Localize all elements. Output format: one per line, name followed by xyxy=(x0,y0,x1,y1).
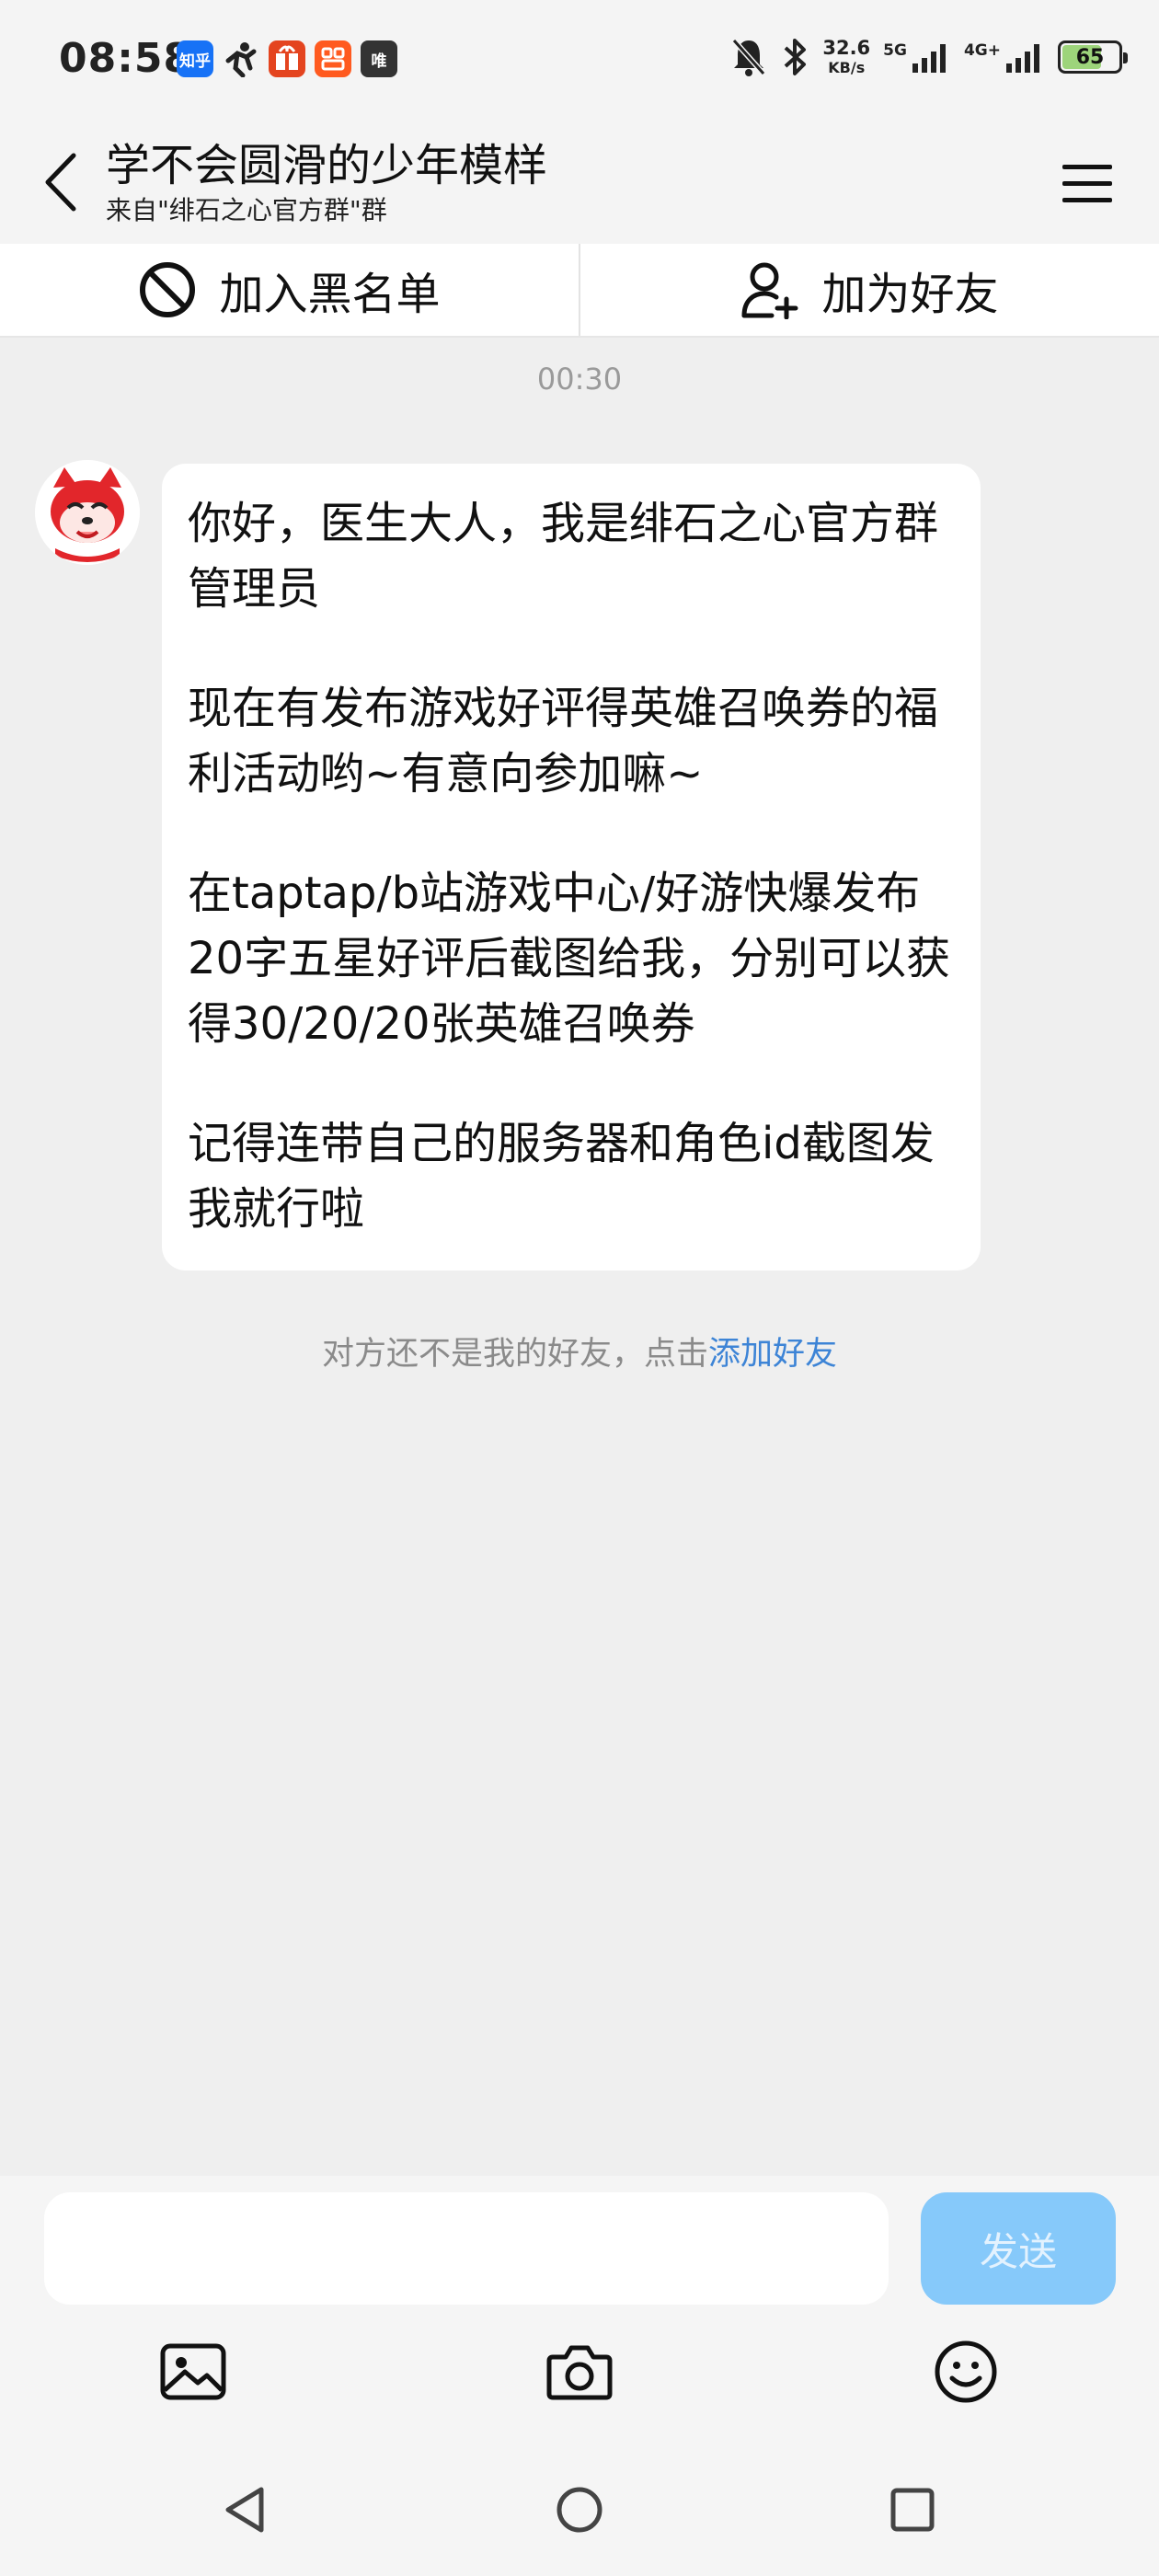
not-friend-notice: 对方还不是我的好友，点击添加好友 xyxy=(0,1328,1159,1374)
message-timestamp: 00:30 xyxy=(536,362,623,397)
clock-time: 08:58 xyxy=(59,35,193,82)
image-icon xyxy=(160,2343,226,2400)
add-friend-link[interactable]: 添加好友 xyxy=(708,1336,837,1373)
action-bar: 加入黑名单 加为好友 xyxy=(0,244,1159,338)
message-paragraph: 在taptap/b站游戏中心/好游快爆发布20字五星好评后截图给我，分别可以获得… xyxy=(188,868,951,1050)
add-user-icon xyxy=(741,262,798,319)
orange-app-icon xyxy=(315,40,351,77)
send-button[interactable]: 发送 xyxy=(921,2192,1116,2305)
network-speed: 32.6 KB/s xyxy=(822,37,871,76)
add-friend-label: 加为好友 xyxy=(821,269,999,320)
camera-icon xyxy=(546,2345,613,2400)
add-to-blacklist-button[interactable]: 加入黑名单 xyxy=(0,244,579,336)
message-paragraph: 现在有发布游戏好评得英雄召唤券的福利活动哟~有意向参加嘛~ xyxy=(188,683,939,799)
menu-button[interactable] xyxy=(1052,152,1122,216)
signal-bars-icon xyxy=(1006,44,1039,73)
mono-app-icon: 唯 xyxy=(361,40,397,77)
notification-app-icons: 知乎 唯 xyxy=(177,40,397,77)
system-status: 32.6 KB/s 5G 4G+ 65 xyxy=(730,37,1128,77)
block-icon xyxy=(140,262,196,317)
system-back-button[interactable] xyxy=(217,2482,272,2537)
message-paragraph: 记得连带自己的服务器和角色id截图发我就行啦 xyxy=(188,1118,935,1235)
add-friend-button[interactable]: 加为好友 xyxy=(580,244,1159,336)
bluetooth-icon xyxy=(785,39,807,75)
input-bar: 发送 xyxy=(0,2176,1159,2438)
fox-avatar-icon xyxy=(35,460,140,565)
runner-app-icon xyxy=(223,40,259,77)
zhihu-icon: 知乎 xyxy=(177,40,213,77)
signal-5g: 5G xyxy=(883,41,951,73)
add-to-blacklist-label: 加入黑名单 xyxy=(219,269,441,320)
back-button[interactable] xyxy=(33,145,88,219)
square-recents-icon xyxy=(890,2488,935,2532)
page-title: 学不会圆滑的少年模样 xyxy=(106,140,548,191)
gift-app-icon xyxy=(269,40,305,77)
circle-home-icon xyxy=(557,2487,602,2533)
system-recents-button[interactable] xyxy=(885,2482,940,2537)
avatar[interactable] xyxy=(35,460,140,565)
mute-bell-icon xyxy=(732,39,766,76)
chevron-left-icon xyxy=(45,153,76,212)
message-paragraph: 你好，医生大人，我是绯石之心官方群管理员 xyxy=(188,498,939,615)
message-bubble[interactable]: 你好，医生大人，我是绯石之心官方群管理员 现在有发布游戏好评得英雄召唤券的福利活… xyxy=(162,464,981,1271)
emoji-button[interactable] xyxy=(929,2335,1003,2409)
hamburger-menu-icon xyxy=(1062,165,1112,202)
status-bar: 08:58 知乎 唯 32.6 KB/s 5G 4G+ 65 xyxy=(0,0,1159,120)
image-picker-button[interactable] xyxy=(156,2335,230,2409)
signal-4g: 4G+ xyxy=(964,41,1045,73)
system-navigation-bar xyxy=(0,2438,1159,2576)
page-subtitle: 来自"绯石之心官方群"群 xyxy=(106,195,387,225)
signal-bars-icon xyxy=(912,44,946,73)
message-input[interactable] xyxy=(44,2192,889,2305)
battery-indicator: 65 xyxy=(1058,40,1128,74)
notice-text: 对方还不是我的好友，点击 xyxy=(321,1336,708,1373)
system-home-button[interactable] xyxy=(552,2482,607,2537)
smiley-icon xyxy=(935,2340,997,2403)
triangle-back-icon xyxy=(225,2487,264,2533)
camera-button[interactable] xyxy=(543,2335,616,2409)
chat-header: 学不会圆滑的少年模样 来自"绯石之心官方群"群 xyxy=(0,120,1159,244)
